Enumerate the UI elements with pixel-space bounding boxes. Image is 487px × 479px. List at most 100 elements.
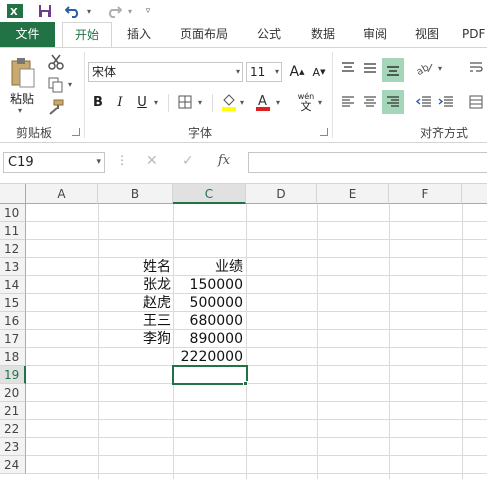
cell-c13[interactable]: 业绩 [175,258,243,276]
tab-insert[interactable]: 插入 [118,22,160,47]
cell-c14[interactable]: 150000 [175,276,243,294]
phonetic-glyph-icon: 文 [300,99,312,113]
column-header-e[interactable]: E [317,184,389,204]
font-size-value: 11 [250,65,266,79]
gridline [26,293,487,294]
cell-b14[interactable]: 张龙 [100,276,171,294]
column-header-c[interactable]: C [173,184,246,204]
tab-formulas[interactable]: 公式 [248,22,290,47]
redo-icon[interactable] [105,2,123,20]
undo-icon[interactable] [64,2,82,20]
chevron-down-icon[interactable]: ▾ [276,98,280,107]
cancel-icon[interactable]: ✕ [146,153,158,169]
orientation-icon[interactable]: ab [414,58,436,78]
fill-handle[interactable] [243,381,248,386]
font-color-icon[interactable]: A [254,92,272,112]
chevron-down-icon[interactable]: ▾ [438,64,442,73]
italic-button[interactable]: I [112,92,128,112]
font-name-select[interactable]: 宋体 ▾ [88,62,243,82]
row-header[interactable]: 11 [0,222,26,240]
row-header[interactable]: 16 [0,312,26,330]
paste-button[interactable]: 粘贴 [10,90,34,107]
formula-input[interactable] [248,152,487,173]
tab-review[interactable]: 审阅 [354,22,396,47]
merge-center-icon[interactable] [466,92,486,112]
align-middle-icon[interactable] [360,58,380,78]
svg-text:ab: ab [416,62,431,75]
column-header-d[interactable]: D [246,184,317,204]
cell-b15[interactable]: 赵虎 [100,294,171,312]
row-header[interactable]: 21 [0,402,26,420]
tab-page-layout[interactable]: 页面布局 [172,22,236,47]
font-size-select[interactable]: 11 ▾ [246,62,282,82]
increase-indent-icon[interactable] [436,92,456,112]
column-header-b[interactable]: B [98,184,173,204]
row-header[interactable]: 15 [0,294,26,312]
bold-button[interactable]: B [90,92,106,112]
decrease-font-size-button[interactable]: A ▼ [310,62,328,82]
tab-home[interactable]: 开始 [62,22,112,48]
chevron-down-icon[interactable]: ▾ [240,98,244,107]
column-header-g[interactable] [462,184,487,204]
copy-icon[interactable] [46,76,66,94]
clipboard-group-label: 剪贴板 [16,126,53,140]
row-header[interactable]: 22 [0,420,26,438]
font-launcher-icon[interactable] [320,128,328,136]
underline-button[interactable]: U [134,92,150,112]
align-right-icon[interactable] [382,90,404,114]
select-all-corner[interactable] [0,184,26,204]
customize-icon[interactable]: ▿ [143,2,153,20]
chevron-down-icon[interactable]: ▾ [154,98,158,107]
tab-pdf[interactable]: PDF [462,22,487,47]
worksheet-grid[interactable]: A B C D E F 10 11 12 13 14 15 16 17 18 1… [0,184,487,479]
save-icon[interactable] [36,2,54,20]
align-left-icon[interactable] [338,92,358,112]
cell-c18[interactable]: 2220000 [175,348,243,366]
row-header[interactable]: 24 [0,456,26,474]
cell-b17[interactable]: 李狗 [100,330,171,348]
cut-icon[interactable] [46,53,66,71]
insert-function-button[interactable]: fx [218,153,230,168]
row-header[interactable]: 18 [0,348,26,366]
column-header-f[interactable]: F [389,184,462,204]
align-center-icon[interactable] [360,92,380,112]
increase-font-size-button[interactable]: A ▲ [288,62,306,82]
row-header[interactable]: 23 [0,438,26,456]
row-header[interactable]: 12 [0,240,26,258]
row-header[interactable]: 17 [0,330,26,348]
wrap-text-icon[interactable] [466,58,486,78]
tab-data[interactable]: 数据 [302,22,344,47]
tab-file[interactable]: 文件 [0,22,55,47]
row-header[interactable]: 13 [0,258,26,276]
name-box[interactable]: C19 ▾ [3,152,105,173]
chevron-down-icon[interactable]: ▾ [68,80,72,89]
row-header[interactable]: 20 [0,384,26,402]
paste-icon[interactable] [8,56,38,90]
cell-b13[interactable]: 姓名 [100,258,171,276]
fill-color-icon[interactable] [220,92,238,112]
row-header-selected[interactable]: 19 [0,366,26,384]
align-bottom-icon[interactable] [382,58,404,82]
enter-icon[interactable]: ✓ [182,153,194,169]
decrease-indent-icon[interactable] [414,92,434,112]
format-painter-icon[interactable] [46,98,66,116]
chevron-down-icon[interactable]: ▾ [18,106,22,115]
align-top-icon[interactable] [338,58,358,78]
chevron-down-icon[interactable]: ▾ [85,2,93,20]
cell-c17[interactable]: 890000 [175,330,243,348]
row-header[interactable]: 14 [0,276,26,294]
chevron-down-icon[interactable]: ▾ [198,98,202,107]
cell-b16[interactable]: 王三 [100,312,171,330]
tab-view[interactable]: 视图 [406,22,448,47]
font-name-value: 宋体 [92,65,117,79]
chevron-down-icon[interactable]: ▾ [318,98,322,107]
clipboard-launcher-icon[interactable] [72,128,80,136]
cell-c16[interactable]: 680000 [175,312,243,330]
borders-icon[interactable] [176,92,194,112]
cell-c15[interactable]: 500000 [175,294,243,312]
column-header-a[interactable]: A [26,184,98,204]
active-cell-c19[interactable] [172,365,248,385]
chevron-down-icon[interactable]: ▾ [126,2,134,20]
row-header[interactable]: 10 [0,204,26,222]
phonetic-guide-button[interactable]: wén 文 [296,90,316,114]
